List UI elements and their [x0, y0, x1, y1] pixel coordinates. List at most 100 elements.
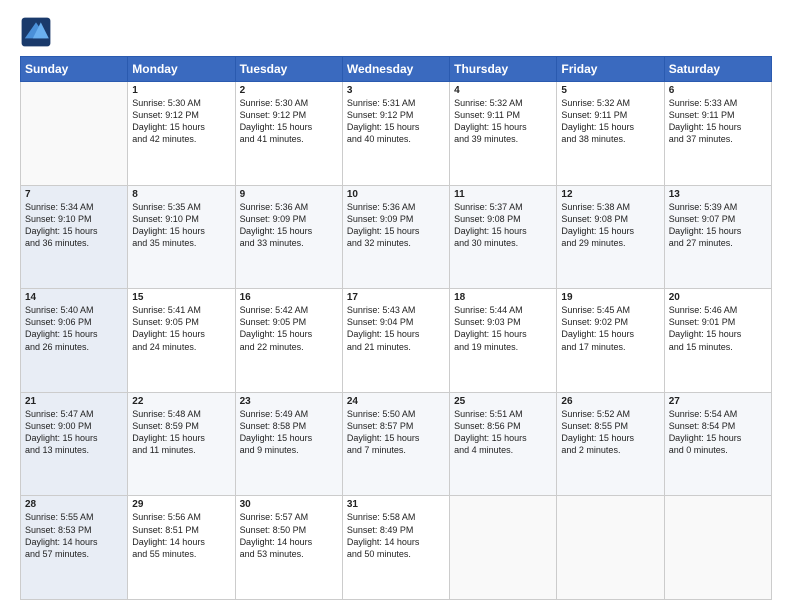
day-number: 3	[347, 85, 445, 96]
calendar-cell: 23Sunrise: 5:49 AM Sunset: 8:58 PM Dayli…	[235, 392, 342, 496]
calendar-cell: 11Sunrise: 5:37 AM Sunset: 9:08 PM Dayli…	[450, 185, 557, 289]
calendar-week-3: 14Sunrise: 5:40 AM Sunset: 9:06 PM Dayli…	[21, 289, 772, 393]
calendar-week-1: 1Sunrise: 5:30 AM Sunset: 9:12 PM Daylig…	[21, 82, 772, 186]
day-info: Sunrise: 5:56 AM Sunset: 8:51 PM Dayligh…	[132, 511, 230, 560]
day-number: 29	[132, 499, 230, 510]
day-number: 14	[25, 292, 123, 303]
day-info: Sunrise: 5:30 AM Sunset: 9:12 PM Dayligh…	[132, 97, 230, 146]
day-number: 4	[454, 85, 552, 96]
calendar-cell: 1Sunrise: 5:30 AM Sunset: 9:12 PM Daylig…	[128, 82, 235, 186]
calendar-cell: 29Sunrise: 5:56 AM Sunset: 8:51 PM Dayli…	[128, 496, 235, 600]
calendar-cell: 3Sunrise: 5:31 AM Sunset: 9:12 PM Daylig…	[342, 82, 449, 186]
day-number: 30	[240, 499, 338, 510]
day-info: Sunrise: 5:32 AM Sunset: 9:11 PM Dayligh…	[454, 97, 552, 146]
day-info: Sunrise: 5:43 AM Sunset: 9:04 PM Dayligh…	[347, 304, 445, 353]
day-info: Sunrise: 5:35 AM Sunset: 9:10 PM Dayligh…	[132, 201, 230, 250]
calendar-cell: 18Sunrise: 5:44 AM Sunset: 9:03 PM Dayli…	[450, 289, 557, 393]
calendar-cell: 20Sunrise: 5:46 AM Sunset: 9:01 PM Dayli…	[664, 289, 771, 393]
day-info: Sunrise: 5:58 AM Sunset: 8:49 PM Dayligh…	[347, 511, 445, 560]
day-number: 20	[669, 292, 767, 303]
calendar-cell: 10Sunrise: 5:36 AM Sunset: 9:09 PM Dayli…	[342, 185, 449, 289]
calendar-cell: 31Sunrise: 5:58 AM Sunset: 8:49 PM Dayli…	[342, 496, 449, 600]
day-number: 28	[25, 499, 123, 510]
day-info: Sunrise: 5:37 AM Sunset: 9:08 PM Dayligh…	[454, 201, 552, 250]
day-info: Sunrise: 5:32 AM Sunset: 9:11 PM Dayligh…	[561, 97, 659, 146]
day-number: 24	[347, 396, 445, 407]
calendar-cell: 2Sunrise: 5:30 AM Sunset: 9:12 PM Daylig…	[235, 82, 342, 186]
calendar-cell: 19Sunrise: 5:45 AM Sunset: 9:02 PM Dayli…	[557, 289, 664, 393]
day-number: 27	[669, 396, 767, 407]
calendar-header-wednesday: Wednesday	[342, 57, 449, 82]
day-number: 22	[132, 396, 230, 407]
day-number: 15	[132, 292, 230, 303]
day-number: 7	[25, 189, 123, 200]
day-info: Sunrise: 5:41 AM Sunset: 9:05 PM Dayligh…	[132, 304, 230, 353]
day-number: 9	[240, 189, 338, 200]
day-info: Sunrise: 5:44 AM Sunset: 9:03 PM Dayligh…	[454, 304, 552, 353]
day-number: 13	[669, 189, 767, 200]
calendar-cell: 30Sunrise: 5:57 AM Sunset: 8:50 PM Dayli…	[235, 496, 342, 600]
calendar-cell: 5Sunrise: 5:32 AM Sunset: 9:11 PM Daylig…	[557, 82, 664, 186]
calendar-cell: 27Sunrise: 5:54 AM Sunset: 8:54 PM Dayli…	[664, 392, 771, 496]
day-info: Sunrise: 5:48 AM Sunset: 8:59 PM Dayligh…	[132, 408, 230, 457]
day-info: Sunrise: 5:33 AM Sunset: 9:11 PM Dayligh…	[669, 97, 767, 146]
day-number: 21	[25, 396, 123, 407]
calendar-table: SundayMondayTuesdayWednesdayThursdayFrid…	[20, 56, 772, 600]
calendar-header-monday: Monday	[128, 57, 235, 82]
calendar-cell: 8Sunrise: 5:35 AM Sunset: 9:10 PM Daylig…	[128, 185, 235, 289]
day-info: Sunrise: 5:54 AM Sunset: 8:54 PM Dayligh…	[669, 408, 767, 457]
calendar-cell: 15Sunrise: 5:41 AM Sunset: 9:05 PM Dayli…	[128, 289, 235, 393]
calendar-week-5: 28Sunrise: 5:55 AM Sunset: 8:53 PM Dayli…	[21, 496, 772, 600]
calendar-cell	[21, 82, 128, 186]
calendar-cell: 16Sunrise: 5:42 AM Sunset: 9:05 PM Dayli…	[235, 289, 342, 393]
calendar-header-sunday: Sunday	[21, 57, 128, 82]
calendar-cell: 6Sunrise: 5:33 AM Sunset: 9:11 PM Daylig…	[664, 82, 771, 186]
calendar-cell: 12Sunrise: 5:38 AM Sunset: 9:08 PM Dayli…	[557, 185, 664, 289]
day-info: Sunrise: 5:49 AM Sunset: 8:58 PM Dayligh…	[240, 408, 338, 457]
day-info: Sunrise: 5:40 AM Sunset: 9:06 PM Dayligh…	[25, 304, 123, 353]
day-info: Sunrise: 5:31 AM Sunset: 9:12 PM Dayligh…	[347, 97, 445, 146]
day-info: Sunrise: 5:39 AM Sunset: 9:07 PM Dayligh…	[669, 201, 767, 250]
calendar-cell: 24Sunrise: 5:50 AM Sunset: 8:57 PM Dayli…	[342, 392, 449, 496]
day-info: Sunrise: 5:38 AM Sunset: 9:08 PM Dayligh…	[561, 201, 659, 250]
calendar-cell: 17Sunrise: 5:43 AM Sunset: 9:04 PM Dayli…	[342, 289, 449, 393]
day-number: 2	[240, 85, 338, 96]
day-number: 26	[561, 396, 659, 407]
day-info: Sunrise: 5:55 AM Sunset: 8:53 PM Dayligh…	[25, 511, 123, 560]
day-info: Sunrise: 5:36 AM Sunset: 9:09 PM Dayligh…	[240, 201, 338, 250]
calendar-cell: 26Sunrise: 5:52 AM Sunset: 8:55 PM Dayli…	[557, 392, 664, 496]
calendar-header-tuesday: Tuesday	[235, 57, 342, 82]
logo	[20, 16, 56, 48]
day-number: 8	[132, 189, 230, 200]
calendar-week-4: 21Sunrise: 5:47 AM Sunset: 9:00 PM Dayli…	[21, 392, 772, 496]
day-number: 19	[561, 292, 659, 303]
day-info: Sunrise: 5:42 AM Sunset: 9:05 PM Dayligh…	[240, 304, 338, 353]
day-number: 5	[561, 85, 659, 96]
header	[20, 16, 772, 48]
calendar-cell	[557, 496, 664, 600]
calendar-cell: 9Sunrise: 5:36 AM Sunset: 9:09 PM Daylig…	[235, 185, 342, 289]
calendar-cell: 4Sunrise: 5:32 AM Sunset: 9:11 PM Daylig…	[450, 82, 557, 186]
day-number: 10	[347, 189, 445, 200]
day-info: Sunrise: 5:46 AM Sunset: 9:01 PM Dayligh…	[669, 304, 767, 353]
day-number: 16	[240, 292, 338, 303]
day-number: 23	[240, 396, 338, 407]
day-number: 17	[347, 292, 445, 303]
day-number: 1	[132, 85, 230, 96]
calendar-cell: 28Sunrise: 5:55 AM Sunset: 8:53 PM Dayli…	[21, 496, 128, 600]
calendar-week-2: 7Sunrise: 5:34 AM Sunset: 9:10 PM Daylig…	[21, 185, 772, 289]
day-info: Sunrise: 5:47 AM Sunset: 9:00 PM Dayligh…	[25, 408, 123, 457]
calendar-header-row: SundayMondayTuesdayWednesdayThursdayFrid…	[21, 57, 772, 82]
day-info: Sunrise: 5:34 AM Sunset: 9:10 PM Dayligh…	[25, 201, 123, 250]
calendar-cell: 22Sunrise: 5:48 AM Sunset: 8:59 PM Dayli…	[128, 392, 235, 496]
day-number: 18	[454, 292, 552, 303]
day-number: 31	[347, 499, 445, 510]
calendar-header-thursday: Thursday	[450, 57, 557, 82]
day-number: 12	[561, 189, 659, 200]
calendar-cell	[450, 496, 557, 600]
day-info: Sunrise: 5:51 AM Sunset: 8:56 PM Dayligh…	[454, 408, 552, 457]
day-number: 11	[454, 189, 552, 200]
calendar-cell: 14Sunrise: 5:40 AM Sunset: 9:06 PM Dayli…	[21, 289, 128, 393]
calendar-header-saturday: Saturday	[664, 57, 771, 82]
calendar-cell: 21Sunrise: 5:47 AM Sunset: 9:00 PM Dayli…	[21, 392, 128, 496]
